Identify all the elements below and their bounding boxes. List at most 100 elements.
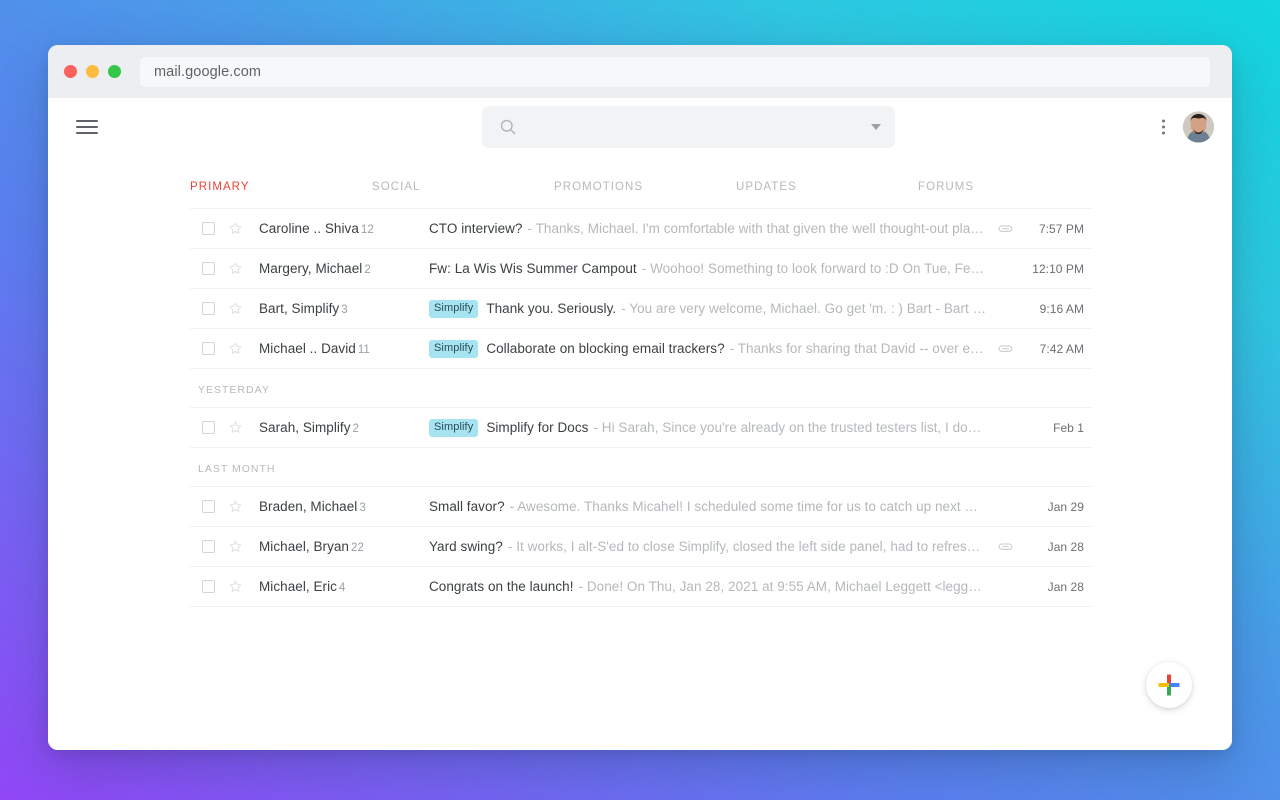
star-icon[interactable] bbox=[227, 340, 244, 357]
mail-rows-container: Caroline .. Shiva12CTO interview?- Thank… bbox=[190, 208, 1092, 607]
star-icon[interactable] bbox=[227, 220, 244, 237]
avatar-image bbox=[1183, 111, 1214, 142]
window-controls bbox=[64, 65, 121, 78]
tab-primary[interactable]: PRIMARY bbox=[190, 181, 372, 193]
message-preview: Congrats on the launch! - Done! On Thu, J… bbox=[429, 579, 997, 594]
star-icon[interactable] bbox=[227, 498, 244, 515]
select-checkbox[interactable] bbox=[202, 500, 215, 513]
message-preview: Yard swing? - It works, I alt-S'ed to clo… bbox=[429, 539, 997, 554]
tab-social[interactable]: SOCIAL bbox=[372, 181, 554, 193]
thread-count: 22 bbox=[351, 542, 364, 554]
sender-names: Caroline .. Shiva12 bbox=[259, 221, 429, 236]
snippet-text: - Thanks, Michael. I'm comfortable with … bbox=[527, 221, 987, 236]
chevron-down-icon[interactable] bbox=[871, 124, 881, 130]
tab-updates[interactable]: UPDATES bbox=[736, 181, 918, 193]
star-icon[interactable] bbox=[227, 300, 244, 317]
tab-forums[interactable]: FORUMS bbox=[918, 181, 1092, 193]
select-checkbox[interactable] bbox=[202, 302, 215, 315]
star-icon[interactable] bbox=[227, 538, 244, 555]
browser-window: mail.google.com bbox=[48, 45, 1232, 750]
star-icon[interactable] bbox=[227, 578, 244, 595]
thread-count: 12 bbox=[361, 224, 374, 236]
search-icon bbox=[498, 117, 518, 137]
sender-names: Bart, Simplify3 bbox=[259, 301, 429, 316]
select-checkbox[interactable] bbox=[202, 421, 215, 434]
snippet-text: - Awesome. Thanks Micahel! I scheduled s… bbox=[510, 499, 987, 514]
hamburger-icon[interactable] bbox=[76, 115, 100, 139]
snippet-text: - You are very welcome, Michael. Go get … bbox=[621, 301, 987, 316]
simplify-badge: Simplify bbox=[429, 300, 478, 318]
table-row[interactable]: Sarah, Simplify2SimplifySimplify for Doc… bbox=[190, 408, 1092, 447]
compose-button[interactable] bbox=[1146, 662, 1192, 708]
select-checkbox[interactable] bbox=[202, 540, 215, 553]
sender-names: Braden, Michael3 bbox=[259, 499, 429, 514]
attachment-icon bbox=[997, 538, 1014, 555]
hamburger-line bbox=[76, 132, 98, 134]
star-icon[interactable] bbox=[227, 260, 244, 277]
header-actions bbox=[1153, 111, 1214, 142]
timestamp: Feb 1 bbox=[1028, 421, 1092, 435]
inbox-tabs: PRIMARY SOCIAL PROMOTIONS UPDATES FORUMS bbox=[190, 155, 1092, 208]
subject-text: CTO interview? bbox=[429, 221, 522, 236]
maximize-window-button[interactable] bbox=[108, 65, 121, 78]
subject-text: Congrats on the launch! bbox=[429, 579, 574, 594]
message-preview: Fw: La Wis Wis Summer Campout- Woohoo! S… bbox=[429, 261, 997, 276]
sender-text: Margery, Michael bbox=[259, 261, 362, 276]
search-area bbox=[482, 106, 895, 148]
section-label: LAST MONTH bbox=[190, 448, 1092, 486]
select-checkbox[interactable] bbox=[202, 262, 215, 275]
kebab-dot bbox=[1162, 125, 1165, 128]
subject-text: Simplify for Docs bbox=[486, 420, 588, 435]
section-label: YESTERDAY bbox=[190, 369, 1092, 407]
timestamp: Jan 28 bbox=[1028, 540, 1092, 554]
kebab-menu-icon[interactable] bbox=[1153, 115, 1173, 139]
tab-promotions[interactable]: PROMOTIONS bbox=[554, 181, 736, 193]
table-row[interactable]: Bart, Simplify3SimplifyThank you. Seriou… bbox=[190, 289, 1092, 328]
subject-text: Yard swing? bbox=[429, 539, 503, 554]
select-checkbox[interactable] bbox=[202, 222, 215, 235]
address-bar[interactable]: mail.google.com bbox=[140, 57, 1210, 87]
timestamp: Jan 28 bbox=[1028, 580, 1092, 594]
timestamp: 12:10 PM bbox=[1028, 262, 1092, 276]
avatar[interactable] bbox=[1183, 111, 1214, 142]
sender-text: Michael, Eric bbox=[259, 579, 337, 594]
thread-count: 3 bbox=[359, 502, 365, 514]
simplify-badge: Simplify bbox=[429, 340, 478, 358]
snippet-text: - It works, I alt-S'ed to close Simplify… bbox=[508, 539, 987, 554]
sender-names: Michael, Bryan22 bbox=[259, 539, 429, 554]
subject-text: Collaborate on blocking email trackers? bbox=[486, 341, 724, 356]
sender-text: Bart, Simplify bbox=[259, 301, 339, 316]
snippet-text: - Woohoo! Something to look forward to :… bbox=[642, 261, 987, 276]
table-row[interactable]: Caroline .. Shiva12CTO interview?- Thank… bbox=[190, 209, 1092, 248]
attachment-icon bbox=[997, 220, 1014, 237]
table-row[interactable]: Braden, Michael3Small favor?- Awesome. T… bbox=[190, 487, 1092, 526]
search-bar[interactable] bbox=[482, 106, 895, 148]
timestamp: 9:16 AM bbox=[1028, 302, 1092, 316]
timestamp: Jan 29 bbox=[1028, 500, 1092, 514]
select-checkbox[interactable] bbox=[202, 342, 215, 355]
sender-text: Michael, Bryan bbox=[259, 539, 349, 554]
mail-body: PRIMARY SOCIAL PROMOTIONS UPDATES FORUMS… bbox=[48, 155, 1232, 750]
table-row[interactable]: Michael .. David11SimplifyCollaborate on… bbox=[190, 329, 1092, 368]
hamburger-line bbox=[76, 126, 98, 128]
attachment-icon bbox=[997, 340, 1014, 357]
snippet-text: - Hi Sarah, Since you're already on the … bbox=[593, 420, 987, 435]
minimize-window-button[interactable] bbox=[86, 65, 99, 78]
close-window-button[interactable] bbox=[64, 65, 77, 78]
search-input[interactable] bbox=[518, 118, 871, 135]
table-row[interactable]: Michael, Bryan22Yard swing?- It works, I… bbox=[190, 527, 1092, 566]
snippet-text: - Done! On Thu, Jan 28, 2021 at 9:55 AM,… bbox=[579, 579, 988, 594]
sender-text: Caroline .. Shiva bbox=[259, 221, 359, 236]
table-row[interactable]: Michael, Eric4Congrats on the launch!- D… bbox=[190, 567, 1092, 606]
sender-names: Sarah, Simplify2 bbox=[259, 420, 429, 435]
message-preview: Simplify Collaborate on blocking email tr… bbox=[429, 340, 997, 358]
star-icon[interactable] bbox=[227, 419, 244, 436]
thread-count: 3 bbox=[341, 304, 347, 316]
table-row[interactable]: Margery, Michael2 Fw: La Wis Wis Summer C… bbox=[190, 249, 1092, 288]
timestamp: 7:57 PM bbox=[1028, 222, 1092, 236]
thread-count: 2 bbox=[364, 264, 370, 276]
browser-titlebar: mail.google.com bbox=[48, 45, 1232, 98]
message-preview: Small favor?- Awesome. Thanks Micahel! I… bbox=[429, 499, 997, 514]
select-checkbox[interactable] bbox=[202, 580, 215, 593]
gmail-header bbox=[48, 98, 1232, 155]
